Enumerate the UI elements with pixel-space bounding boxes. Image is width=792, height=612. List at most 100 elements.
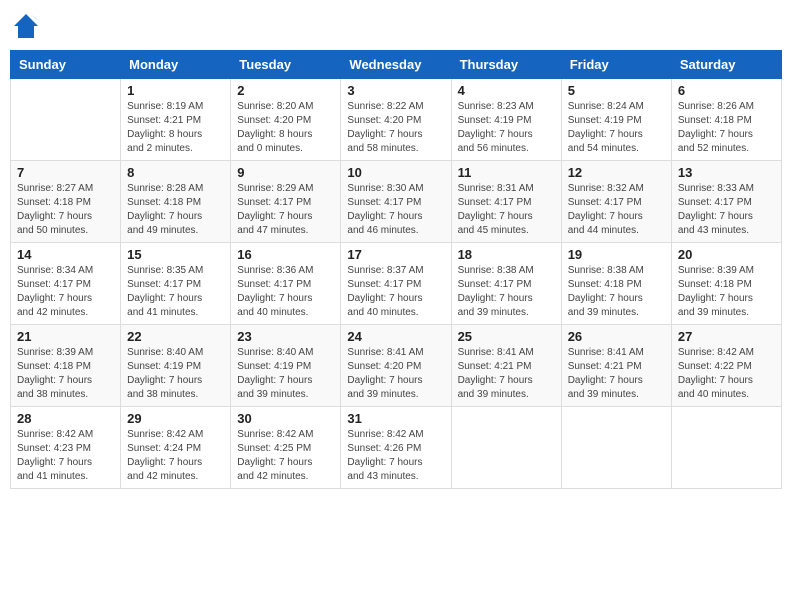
day-number: 31	[347, 411, 444, 426]
logo-icon	[10, 10, 42, 42]
day-info: Sunrise: 8:36 AM Sunset: 4:17 PM Dayligh…	[237, 264, 334, 320]
day-number: 30	[237, 411, 334, 426]
calendar-week-row: 28Sunrise: 8:42 AM Sunset: 4:23 PM Dayli…	[11, 407, 782, 489]
calendar-cell: 29 Sunrise: 8:42 AM Sunset: 4:24 PM Dayli…	[121, 407, 231, 489]
calendar-cell: 6 Sunrise: 8:26 AM Sunset: 4:18 PM Daylig…	[671, 79, 781, 161]
day-number: 1	[127, 83, 224, 98]
calendar-cell: 30 Sunrise: 8:42 AM Sunset: 4:25 PM Dayli…	[231, 407, 341, 489]
day-info: Sunrise: 8:42 AM Sunset: 4:23 PM Dayligh…	[17, 428, 114, 484]
day-info: Sunrise: 8:31 AM Sunset: 4:17 PM Dayligh…	[458, 182, 555, 238]
day-number: 3	[347, 83, 444, 98]
day-number: 9	[237, 165, 334, 180]
day-info: Sunrise: 8:41 AM Sunset: 4:20 PM Dayligh…	[347, 346, 444, 402]
col-header-saturday: Saturday	[671, 51, 781, 79]
page-header	[10, 10, 782, 42]
calendar-week-row: 14 Sunrise: 8:34 AM Sunset: 4:17 PM Dayli…	[11, 243, 782, 325]
day-number: 2	[237, 83, 334, 98]
day-number: 24	[347, 329, 444, 344]
day-info: Sunrise: 8:40 AM Sunset: 4:19 PM Dayligh…	[237, 346, 334, 402]
day-info: Sunrise: 8:38 AM Sunset: 4:18 PM Dayligh…	[568, 264, 665, 320]
col-header-thursday: Thursday	[451, 51, 561, 79]
calendar-cell: 11 Sunrise: 8:31 AM Sunset: 4:17 PM Dayli…	[451, 161, 561, 243]
day-number: 10	[347, 165, 444, 180]
day-number: 17	[347, 247, 444, 262]
calendar-cell: 7 Sunrise: 8:27 AM Sunset: 4:18 PM Daylig…	[11, 161, 121, 243]
logo	[10, 10, 46, 42]
day-info: Sunrise: 8:34 AM Sunset: 4:17 PM Dayligh…	[17, 264, 114, 320]
day-info: Sunrise: 8:35 AM Sunset: 4:17 PM Dayligh…	[127, 264, 224, 320]
day-info: Sunrise: 8:29 AM Sunset: 4:17 PM Dayligh…	[237, 182, 334, 238]
day-number: 6	[678, 83, 775, 98]
calendar-cell: 10Sunrise: 8:30 AM Sunset: 4:17 PM Dayli…	[341, 161, 451, 243]
day-info: Sunrise: 8:42 AM Sunset: 4:25 PM Dayligh…	[237, 428, 334, 484]
day-info: Sunrise: 8:42 AM Sunset: 4:22 PM Dayligh…	[678, 346, 775, 402]
calendar-cell: 26Sunrise: 8:41 AM Sunset: 4:21 PM Dayli…	[561, 325, 671, 407]
day-info: Sunrise: 8:20 AM Sunset: 4:20 PM Dayligh…	[237, 100, 334, 156]
calendar-cell: 16Sunrise: 8:36 AM Sunset: 4:17 PM Dayli…	[231, 243, 341, 325]
day-number: 29	[127, 411, 224, 426]
calendar-cell: 5 Sunrise: 8:24 AM Sunset: 4:19 PM Daylig…	[561, 79, 671, 161]
day-number: 8	[127, 165, 224, 180]
calendar-cell: 22 Sunrise: 8:40 AM Sunset: 4:19 PM Dayli…	[121, 325, 231, 407]
day-info: Sunrise: 8:23 AM Sunset: 4:19 PM Dayligh…	[458, 100, 555, 156]
day-number: 12	[568, 165, 665, 180]
day-number: 23	[237, 329, 334, 344]
calendar-cell: 15 Sunrise: 8:35 AM Sunset: 4:17 PM Dayli…	[121, 243, 231, 325]
calendar-cell: 18 Sunrise: 8:38 AM Sunset: 4:17 PM Dayli…	[451, 243, 561, 325]
calendar-cell: 20Sunrise: 8:39 AM Sunset: 4:18 PM Dayli…	[671, 243, 781, 325]
calendar-cell	[671, 407, 781, 489]
calendar-cell: 4Sunrise: 8:23 AM Sunset: 4:19 PM Daylig…	[451, 79, 561, 161]
day-info: Sunrise: 8:42 AM Sunset: 4:24 PM Dayligh…	[127, 428, 224, 484]
day-number: 7	[17, 165, 114, 180]
day-info: Sunrise: 8:39 AM Sunset: 4:18 PM Dayligh…	[17, 346, 114, 402]
calendar-cell: 27 Sunrise: 8:42 AM Sunset: 4:22 PM Dayli…	[671, 325, 781, 407]
day-number: 19	[568, 247, 665, 262]
day-info: Sunrise: 8:24 AM Sunset: 4:19 PM Dayligh…	[568, 100, 665, 156]
calendar-cell: 21 Sunrise: 8:39 AM Sunset: 4:18 PM Dayli…	[11, 325, 121, 407]
col-header-friday: Friday	[561, 51, 671, 79]
day-info: Sunrise: 8:40 AM Sunset: 4:19 PM Dayligh…	[127, 346, 224, 402]
calendar-table: SundayMondayTuesdayWednesdayThursdayFrid…	[10, 50, 782, 489]
calendar-cell: 3 Sunrise: 8:22 AM Sunset: 4:20 PM Daylig…	[341, 79, 451, 161]
day-info: Sunrise: 8:28 AM Sunset: 4:18 PM Dayligh…	[127, 182, 224, 238]
calendar-cell: 12 Sunrise: 8:32 AM Sunset: 4:17 PM Dayli…	[561, 161, 671, 243]
day-info: Sunrise: 8:32 AM Sunset: 4:17 PM Dayligh…	[568, 182, 665, 238]
calendar-week-row: 7 Sunrise: 8:27 AM Sunset: 4:18 PM Daylig…	[11, 161, 782, 243]
col-header-sunday: Sunday	[11, 51, 121, 79]
day-number: 22	[127, 329, 224, 344]
day-info: Sunrise: 8:42 AM Sunset: 4:26 PM Dayligh…	[347, 428, 444, 484]
calendar-cell: 25Sunrise: 8:41 AM Sunset: 4:21 PM Dayli…	[451, 325, 561, 407]
day-info: Sunrise: 8:37 AM Sunset: 4:17 PM Dayligh…	[347, 264, 444, 320]
day-info: Sunrise: 8:26 AM Sunset: 4:18 PM Dayligh…	[678, 100, 775, 156]
calendar-cell	[11, 79, 121, 161]
day-number: 14	[17, 247, 114, 262]
col-header-wednesday: Wednesday	[341, 51, 451, 79]
day-number: 21	[17, 329, 114, 344]
calendar-cell: 8 Sunrise: 8:28 AM Sunset: 4:18 PM Daylig…	[121, 161, 231, 243]
calendar-cell: 14 Sunrise: 8:34 AM Sunset: 4:17 PM Dayli…	[11, 243, 121, 325]
calendar-cell: 9 Sunrise: 8:29 AM Sunset: 4:17 PM Daylig…	[231, 161, 341, 243]
col-header-monday: Monday	[121, 51, 231, 79]
calendar-cell: 24 Sunrise: 8:41 AM Sunset: 4:20 PM Dayli…	[341, 325, 451, 407]
day-number: 18	[458, 247, 555, 262]
day-number: 25	[458, 329, 555, 344]
day-number: 5	[568, 83, 665, 98]
calendar-cell: 31 Sunrise: 8:42 AM Sunset: 4:26 PM Dayli…	[341, 407, 451, 489]
col-header-tuesday: Tuesday	[231, 51, 341, 79]
day-info: Sunrise: 8:27 AM Sunset: 4:18 PM Dayligh…	[17, 182, 114, 238]
day-info: Sunrise: 8:38 AM Sunset: 4:17 PM Dayligh…	[458, 264, 555, 320]
day-number: 20	[678, 247, 775, 262]
calendar-cell: 13Sunrise: 8:33 AM Sunset: 4:17 PM Dayli…	[671, 161, 781, 243]
calendar-week-row: 1 Sunrise: 8:19 AM Sunset: 4:21 PM Daylig…	[11, 79, 782, 161]
day-number: 11	[458, 165, 555, 180]
calendar-cell: 1 Sunrise: 8:19 AM Sunset: 4:21 PM Daylig…	[121, 79, 231, 161]
calendar-cell: 23 Sunrise: 8:40 AM Sunset: 4:19 PM Dayli…	[231, 325, 341, 407]
day-info: Sunrise: 8:33 AM Sunset: 4:17 PM Dayligh…	[678, 182, 775, 238]
day-number: 26	[568, 329, 665, 344]
calendar-week-row: 21 Sunrise: 8:39 AM Sunset: 4:18 PM Dayli…	[11, 325, 782, 407]
day-info: Sunrise: 8:22 AM Sunset: 4:20 PM Dayligh…	[347, 100, 444, 156]
day-number: 15	[127, 247, 224, 262]
day-info: Sunrise: 8:19 AM Sunset: 4:21 PM Dayligh…	[127, 100, 224, 156]
calendar-cell: 2 Sunrise: 8:20 AM Sunset: 4:20 PM Daylig…	[231, 79, 341, 161]
day-number: 27	[678, 329, 775, 344]
